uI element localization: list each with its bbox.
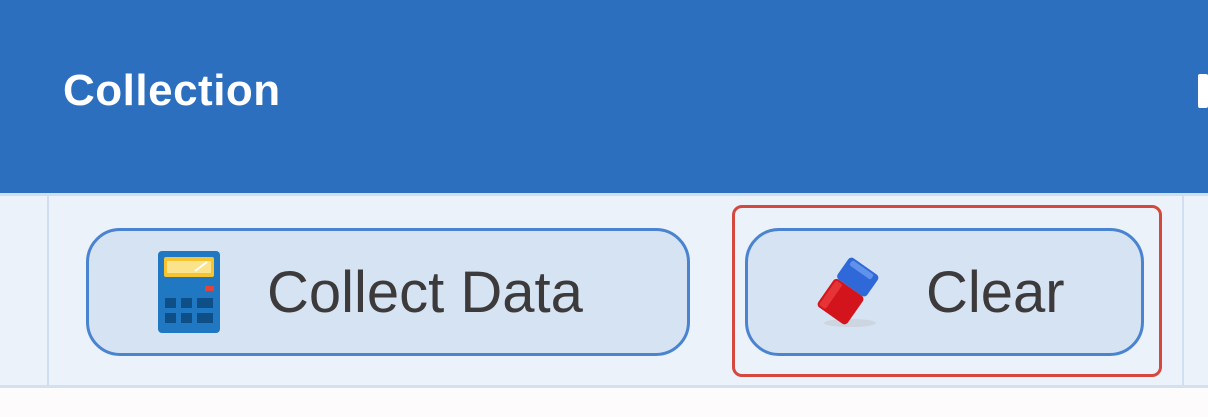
clear-label: Clear xyxy=(926,259,1065,325)
content-area xyxy=(0,385,1208,417)
column-divider xyxy=(1182,193,1184,417)
calculator-icon xyxy=(157,250,221,334)
app-window: Collection Collect Data Clear xyxy=(0,0,1208,417)
collect-data-button[interactable]: Collect Data xyxy=(86,228,690,356)
clear-button[interactable]: Clear xyxy=(745,228,1144,356)
eraser-icon xyxy=(810,251,886,333)
next-ribbon-tab-fragment[interactable] xyxy=(1198,74,1208,108)
column-divider xyxy=(47,193,49,417)
ribbon-group-title: Collection xyxy=(63,66,281,115)
collect-data-label: Collect Data xyxy=(267,259,583,325)
ribbon-header: Collection xyxy=(0,0,1208,193)
